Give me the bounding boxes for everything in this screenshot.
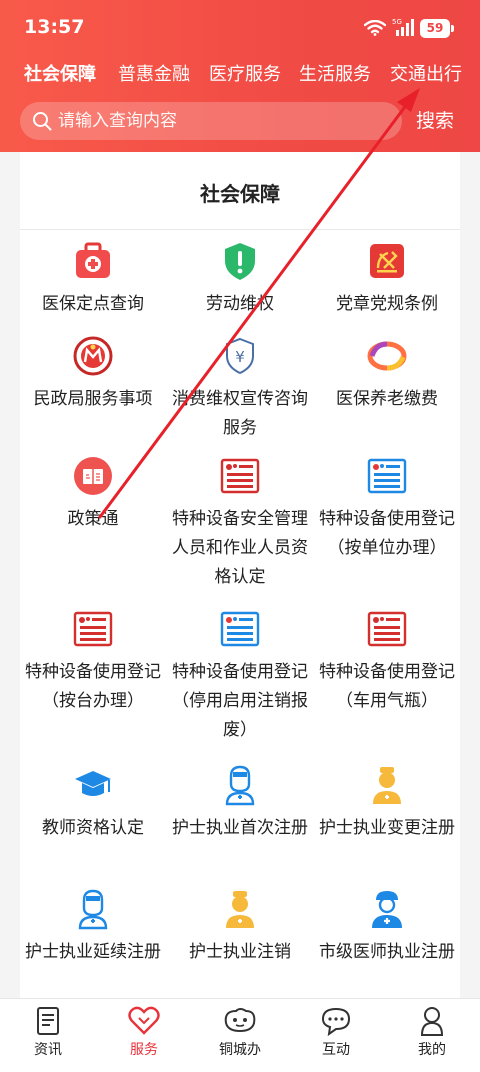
service-item[interactable]: 党章党规条例: [314, 240, 460, 319]
section-title: 社会保障: [200, 182, 280, 206]
service-item-label: 护士执业变更注册: [319, 818, 455, 838]
service-item[interactable]: 护士执业延续注册: [20, 888, 166, 967]
nurse-gold-icon: [226, 891, 254, 928]
service-item-label: 市级医师执业注册: [319, 942, 455, 962]
doctor-blue-icon: [372, 891, 402, 928]
service-item[interactable]: 特种设备使用登记（车用气瓶）: [314, 608, 460, 716]
nav-service-label: 服务: [130, 1042, 158, 1058]
service-item-label: 护士执业注销: [189, 942, 291, 962]
certificate-red-icon: [367, 611, 407, 647]
nav-tongcheng[interactable]: 铜城办: [192, 1005, 288, 1059]
service-item-label: 护士执业延续注册: [25, 942, 161, 962]
service-item[interactable]: 特种设备使用登记（停用启用注销报废）: [167, 608, 313, 745]
search-button[interactable]: 搜索: [416, 106, 454, 133]
bottom-nav: 资讯 服务 铜城办 互动 我的: [0, 998, 480, 1072]
svg-text:¥: ¥: [235, 348, 245, 366]
status-time: 13:57: [24, 16, 85, 38]
battery-indicator: 59: [420, 19, 450, 38]
search-box[interactable]: [20, 102, 402, 140]
service-item[interactable]: 医保养老缴费: [314, 335, 460, 414]
service-item-label: 教师资格认定: [42, 818, 144, 838]
section-divider: [20, 229, 460, 230]
nurse-blue-icon: [225, 765, 255, 806]
service-item[interactable]: 医保定点查询: [20, 240, 166, 319]
city-mascot-icon: [224, 1008, 256, 1033]
policy-book-icon: [74, 457, 112, 495]
wifi-icon: [364, 20, 386, 36]
party-emblem-icon: [370, 244, 404, 278]
tab-medical-service[interactable]: 医疗服务: [209, 60, 281, 86]
nav-service[interactable]: 服务: [96, 1005, 192, 1059]
service-item-label: 政策通: [67, 509, 119, 529]
tab-social-security[interactable]: 社会保障: [24, 60, 96, 86]
service-item-label: 民政局服务事项: [33, 389, 153, 409]
nav-news[interactable]: 资讯: [0, 1005, 96, 1059]
shield-alert-icon: [225, 243, 255, 280]
battery-tip: [451, 25, 454, 32]
nurse-blue-icon: [78, 889, 108, 930]
service-item[interactable]: 特种设备安全管理人员和作业人员资格认定: [167, 455, 313, 592]
service-item[interactable]: 护士执业变更注册: [314, 764, 460, 843]
service-card: 社会保障 医保定点查询 劳动维权 党章党规条例 民政局服务事项 ¥ 消费维权宣传…: [20, 152, 460, 998]
tab-transportation[interactable]: 交通出行: [390, 60, 462, 86]
person-icon: [420, 1007, 444, 1036]
service-item[interactable]: 市级医师执业注册: [314, 888, 460, 967]
tab-inclusive-finance[interactable]: 普惠金融: [118, 60, 190, 86]
nav-news-label: 资讯: [34, 1042, 62, 1058]
service-item-label: 医保定点查询: [42, 294, 144, 314]
certificate-red-icon: [220, 458, 260, 494]
status-bar: 13:57 5G 59: [0, 0, 480, 56]
search-input[interactable]: [58, 106, 388, 136]
service-item-label: 劳动维权: [206, 294, 274, 314]
heart-icon: [128, 1006, 160, 1035]
service-item-label: 党章党规条例: [336, 294, 438, 314]
nav-mine-label: 我的: [418, 1042, 446, 1058]
civil-affairs-logo-icon: [73, 336, 113, 376]
certificate-red-icon: [73, 611, 113, 647]
nav-interact-label: 互动: [322, 1042, 350, 1058]
chat-icon: [321, 1007, 351, 1037]
svg-text:5G: 5G: [392, 18, 402, 26]
certificate-blue-icon: [367, 458, 407, 494]
service-item[interactable]: 特种设备使用登记（按台办理）: [20, 608, 166, 716]
service-item-label: 护士执业首次注册: [172, 818, 308, 838]
medical-kit-icon: [76, 242, 110, 278]
certificate-blue-icon: [220, 611, 260, 647]
news-icon: [37, 1007, 59, 1035]
service-item-label: 特种设备使用登记（按单位办理）: [319, 509, 455, 558]
cellular-signal-icon: 5G: [392, 18, 414, 36]
service-item-label: 消费维权宣传咨询服务: [172, 389, 308, 438]
graduation-cap-icon: [75, 771, 111, 796]
service-item[interactable]: 劳动维权: [167, 240, 313, 319]
nurse-gold-icon: [373, 767, 401, 804]
service-item-label: 医保养老缴费: [336, 389, 438, 409]
service-item[interactable]: 民政局服务事项: [20, 335, 166, 414]
nav-tongcheng-label: 铜城办: [219, 1042, 261, 1058]
service-item-label: 特种设备安全管理人员和作业人员资格认定: [172, 509, 308, 587]
service-item-label: 特种设备使用登记（车用气瓶）: [319, 662, 455, 711]
service-item[interactable]: 教师资格认定: [20, 764, 166, 843]
service-item[interactable]: ¥ 消费维权宣传咨询服务: [167, 335, 313, 443]
search-icon: [33, 112, 52, 131]
tab-life-service[interactable]: 生活服务: [299, 60, 371, 86]
category-tabs: 社会保障 普惠金融 医疗服务 生活服务 交通出行: [0, 60, 480, 90]
service-item-label: 特种设备使用登记（停用启用注销报废）: [172, 662, 308, 740]
service-item[interactable]: 政策通: [20, 455, 166, 534]
service-item[interactable]: 特种设备使用登记（按单位办理）: [314, 455, 460, 563]
colorful-ring-icon: [367, 341, 407, 371]
nav-mine[interactable]: 我的: [384, 1005, 480, 1059]
service-item[interactable]: 护士执业注销: [167, 888, 313, 967]
yuan-shield-icon: ¥: [226, 337, 254, 375]
nav-interact[interactable]: 互动: [288, 1005, 384, 1059]
header-bar: 13:57 5G 59 社会保障 普惠金融 医疗服务 生活服务 交通出行 搜索: [0, 0, 480, 152]
service-item-label: 特种设备使用登记（按台办理）: [25, 662, 161, 711]
service-item[interactable]: 护士执业首次注册: [167, 764, 313, 843]
